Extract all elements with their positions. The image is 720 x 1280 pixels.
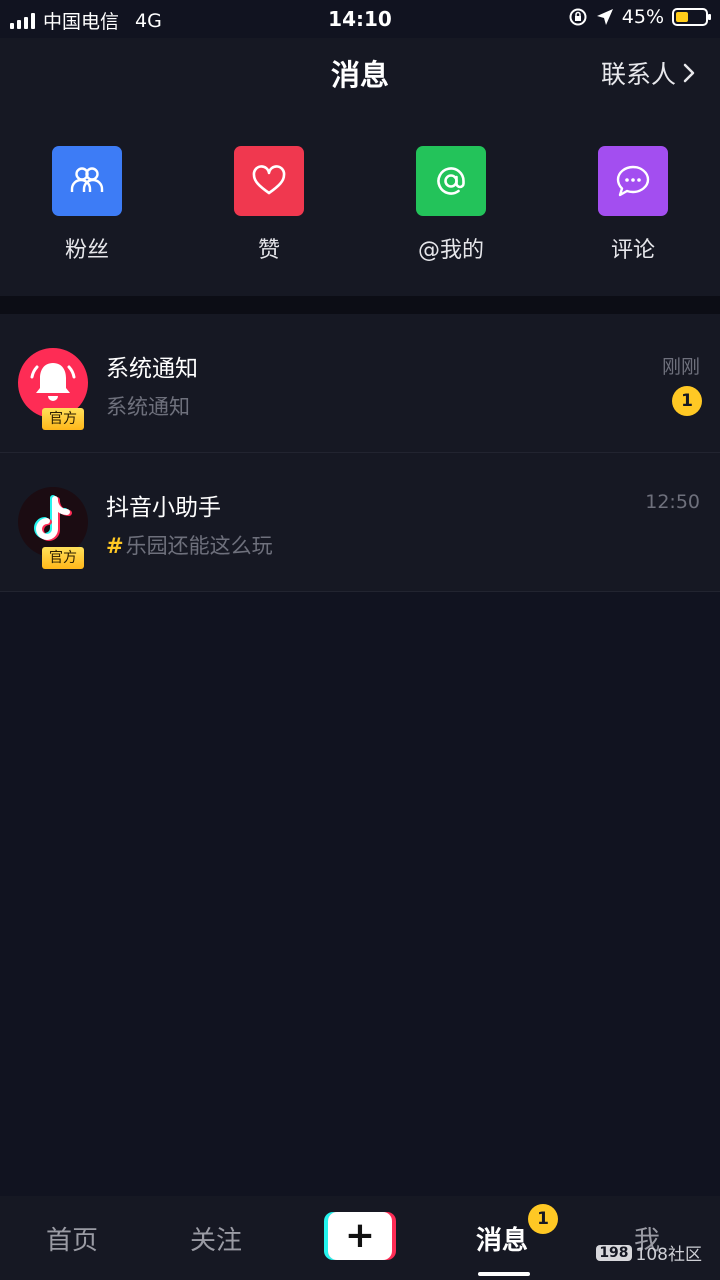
header: 消息 联系人	[0, 38, 720, 108]
message-list: 官方 系统通知 系统通知 刚刚 1 官方 抖音小助手 #乐园还能这么玩 12:5	[0, 314, 720, 592]
heart-icon	[234, 146, 304, 216]
conversation-time: 12:50	[645, 491, 700, 513]
official-badge: 官方	[42, 408, 84, 430]
at-icon	[416, 146, 486, 216]
contacts-button[interactable]: 联系人	[601, 55, 696, 91]
quick-action-likes[interactable]: 赞	[209, 146, 329, 264]
conversation-preview: 系统通知	[106, 395, 190, 419]
tab-home[interactable]: 首页	[46, 1220, 98, 1257]
hashtag-icon: #	[106, 534, 124, 558]
unread-count-badge: 1	[672, 386, 702, 416]
rotation-lock-icon	[569, 8, 587, 26]
battery-percent: 45%	[621, 6, 664, 28]
quick-action-label: 赞	[257, 238, 280, 263]
section-divider	[0, 296, 720, 314]
contacts-label: 联系人	[600, 60, 676, 89]
conversation-time: 刚刚	[661, 356, 700, 378]
conversation-preview-wrap: #乐园还能这么玩	[106, 530, 273, 560]
quick-actions: 粉丝 赞 @我的 评论	[0, 108, 720, 296]
status-bar: 中国电信 4G 14:10 45%	[0, 0, 720, 38]
location-arrow-icon	[596, 9, 613, 25]
watermark: 198 108社区	[596, 1240, 702, 1265]
messages-badge: 1	[528, 1204, 558, 1234]
conversation-name: 抖音小助手	[106, 495, 221, 521]
quick-action-label: 评论	[610, 238, 655, 263]
create-button[interactable]: +	[324, 1212, 396, 1260]
list-item-douyin-assistant[interactable]: 官方 抖音小助手 #乐园还能这么玩 12:50	[0, 453, 720, 592]
conversation-preview: 乐园还能这么玩	[125, 534, 273, 558]
battery-icon	[672, 8, 711, 26]
fans-icon	[52, 146, 122, 216]
tab-following[interactable]: 关注	[190, 1220, 242, 1257]
quick-action-label: 粉丝	[64, 238, 109, 263]
quick-action-mentions[interactable]: @我的	[391, 146, 511, 264]
watermark-logo: 198	[596, 1244, 632, 1261]
tab-messages[interactable]: 消息	[476, 1220, 528, 1257]
active-tab-indicator	[478, 1272, 530, 1276]
chevron-right-icon	[683, 63, 695, 83]
quick-action-fans[interactable]: 粉丝	[27, 146, 147, 264]
quick-action-label: @我的	[417, 238, 484, 263]
plus-icon: +	[328, 1212, 392, 1260]
quick-action-comments[interactable]: 评论	[573, 146, 693, 264]
watermark-text: 108社区	[635, 1245, 702, 1265]
tab-bar: 首页 关注 + 消息 1 我 198 108社区	[0, 1196, 720, 1280]
conversation-name: 系统通知	[106, 356, 198, 382]
comment-icon	[598, 146, 668, 216]
official-badge: 官方	[42, 547, 84, 569]
list-item-system-notice[interactable]: 官方 系统通知 系统通知 刚刚 1	[0, 314, 720, 453]
